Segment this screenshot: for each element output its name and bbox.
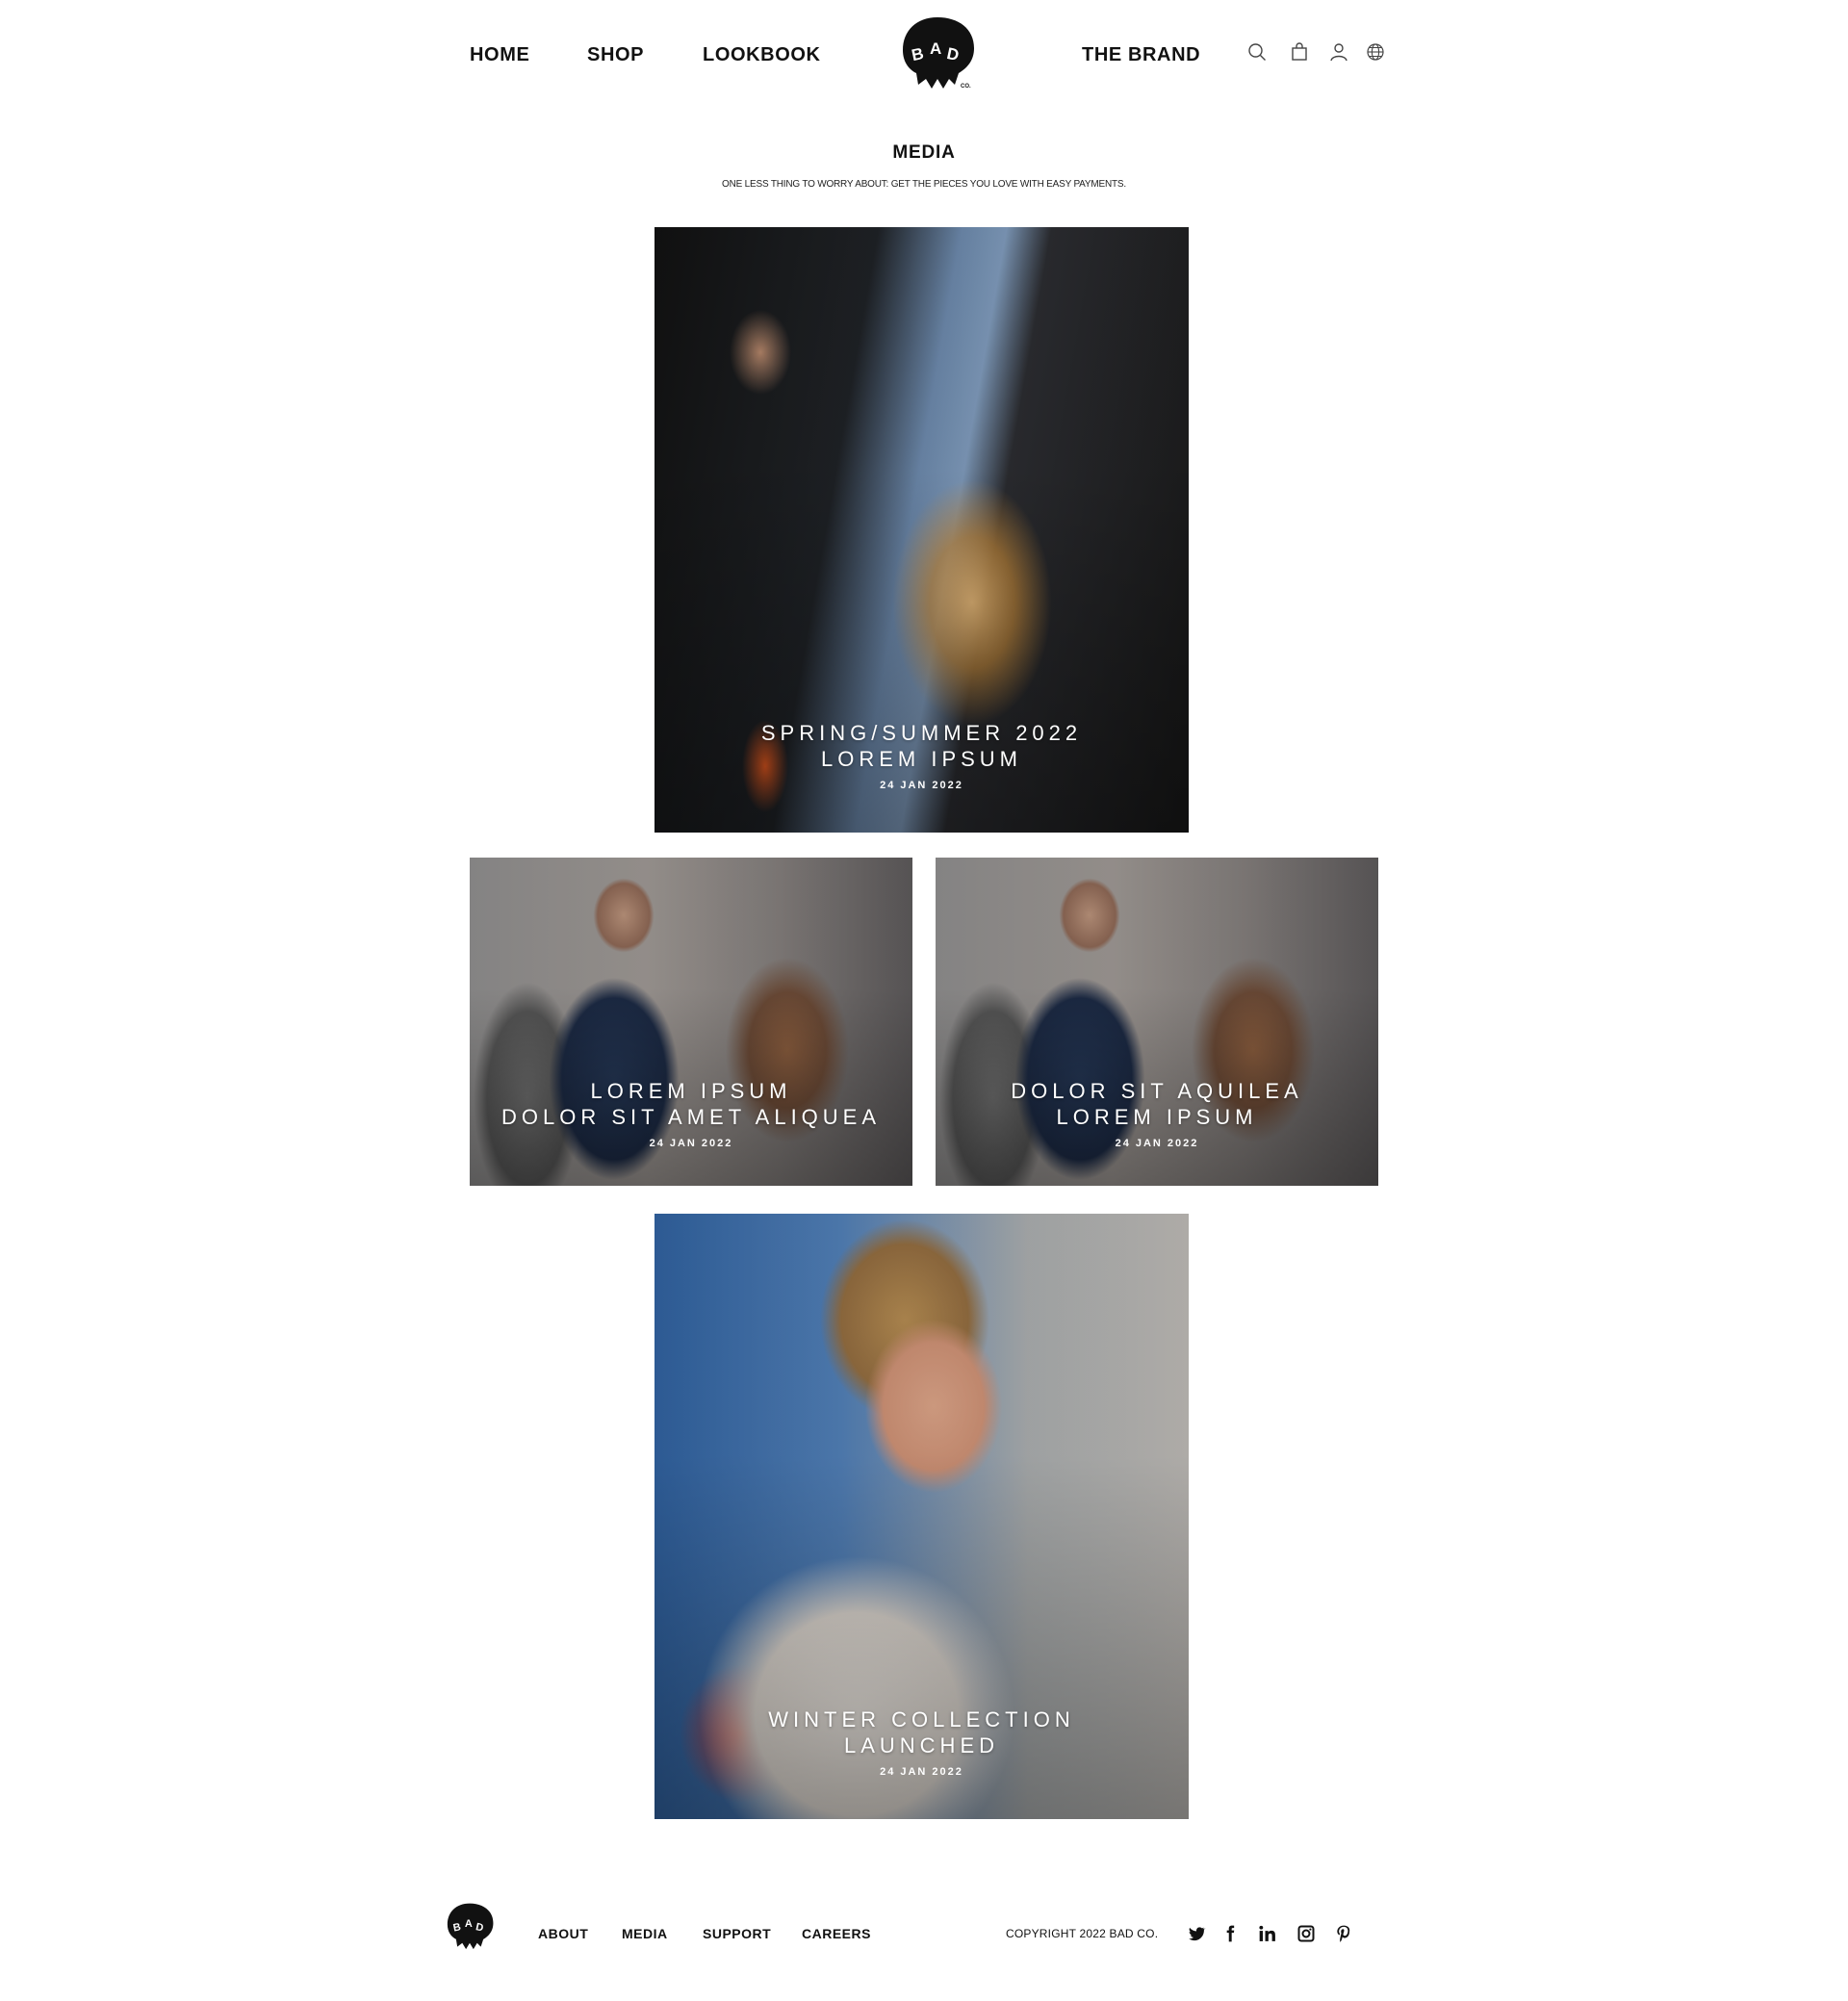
media-card-date: 24 JAN 2022	[1115, 1138, 1199, 1149]
nav-shop[interactable]: SHOP	[587, 44, 644, 66]
media-card-caption: WINTER COLLECTION LAUNCHED 24 JAN 2022	[654, 1706, 1189, 1778]
media-card-caption: SPRING/SUMMER 2022 LOREM IPSUM 24 JAN 20…	[654, 720, 1189, 791]
footer-link-support[interactable]: SUPPORT	[703, 1926, 771, 1941]
media-card-date: 24 JAN 2022	[880, 1766, 963, 1778]
media-card-title: SPRING/SUMMER 2022	[760, 721, 1083, 745]
globe-icon[interactable]	[1365, 41, 1386, 63]
media-card-title: DOLOR SIT AQUILEA	[1011, 1079, 1303, 1103]
media-card[interactable]: DOLOR SIT AQUILEA LOREM IPSUM 24 JAN 202…	[936, 858, 1378, 1186]
copyright-text: COPYRIGHT 2022 BAD CO.	[1006, 1927, 1159, 1940]
nav-the-brand[interactable]: THE BRAND	[1082, 44, 1200, 66]
svg-text:A: A	[930, 39, 941, 58]
media-card-caption: LOREM IPSUM DOLOR SIT AMET ALIQUEA 24 JA…	[470, 1078, 912, 1149]
svg-text:A: A	[465, 1918, 473, 1930]
media-card-subtitle: LAUNCHED	[843, 1733, 1000, 1757]
linkedin-icon[interactable]	[1258, 1924, 1277, 1943]
page-title: MEDIA	[892, 142, 956, 163]
twitter-icon[interactable]	[1187, 1924, 1206, 1943]
pinterest-icon[interactable]	[1334, 1924, 1353, 1943]
shopping-bag-icon[interactable]	[1289, 41, 1310, 63]
media-card-title: LOREM IPSUM	[590, 1079, 792, 1103]
media-card[interactable]: WINTER COLLECTION LAUNCHED 24 JAN 2022	[654, 1214, 1189, 1819]
media-card-date: 24 JAN 2022	[649, 1138, 733, 1149]
footer-logo[interactable]: B A D	[444, 1902, 496, 1952]
brand-logo[interactable]: B A D CO.	[897, 15, 978, 92]
nav-home[interactable]: HOME	[470, 44, 529, 66]
instagram-icon[interactable]	[1296, 1924, 1316, 1943]
media-card-title: WINTER COLLECTION	[768, 1707, 1075, 1732]
facebook-icon[interactable]	[1220, 1924, 1240, 1943]
media-card-subtitle: DOLOR SIT AMET ALIQUEA	[500, 1105, 882, 1129]
media-card-subtitle: LOREM IPSUM	[820, 747, 1023, 771]
footer-link-about[interactable]: ABOUT	[538, 1926, 588, 1941]
media-card-caption: DOLOR SIT AQUILEA LOREM IPSUM 24 JAN 202…	[936, 1078, 1378, 1149]
media-card[interactable]: LOREM IPSUM DOLOR SIT AMET ALIQUEA 24 JA…	[470, 858, 912, 1186]
svg-text:CO.: CO.	[961, 84, 971, 90]
nav-lookbook[interactable]: LOOKBOOK	[703, 44, 821, 66]
user-icon[interactable]	[1328, 41, 1349, 63]
page-subtitle: ONE LESS THING TO WORRY ABOUT: GET THE P…	[722, 179, 1126, 190]
media-card[interactable]: SPRING/SUMMER 2022 LOREM IPSUM 24 JAN 20…	[654, 227, 1189, 833]
media-card-date: 24 JAN 2022	[880, 780, 963, 791]
footer-link-careers[interactable]: CAREERS	[802, 1926, 871, 1941]
media-card-subtitle: LOREM IPSUM	[1056, 1105, 1258, 1129]
footer-link-media[interactable]: MEDIA	[622, 1926, 668, 1941]
site-header: HOME SHOP LOOKBOOK B A D CO. THE BRAND	[0, 0, 1848, 108]
search-icon[interactable]	[1246, 41, 1268, 63]
